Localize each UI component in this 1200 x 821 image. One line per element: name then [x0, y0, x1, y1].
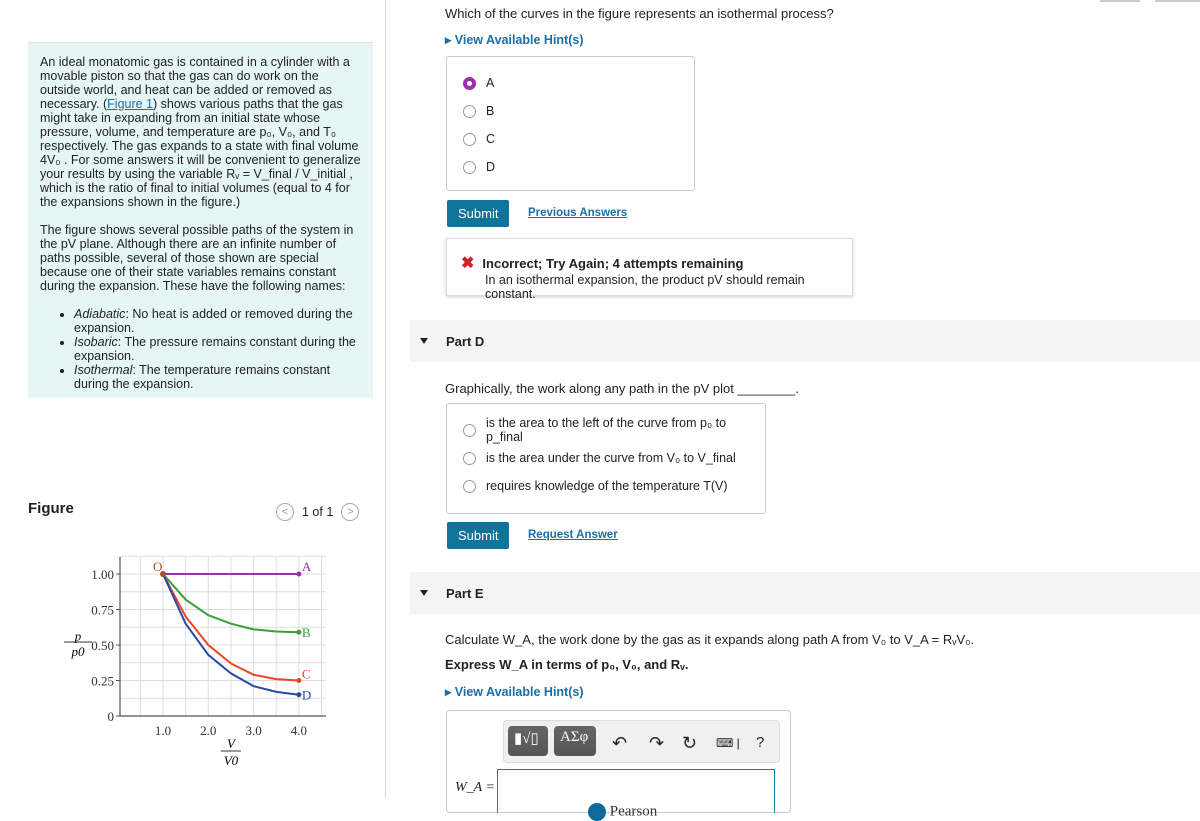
pv-chart: 0 0.25 0.50 0.75 1.00 1.0 2.0 3.0 4.0 pp0 V V0 A B CD O — [64, 555, 327, 768]
partE-hint-toggle[interactable]: ▸ View Available Hint(s) — [445, 684, 584, 699]
x-tick-label: 2.0 — [200, 723, 216, 738]
partD-choices: is the area to the left of the curve fro… — [446, 403, 766, 514]
choice-area-under[interactable]: is the area under the curve from V₀ to V… — [447, 444, 765, 472]
series-label-B: B — [302, 625, 311, 640]
help-button[interactable]: ? — [756, 734, 764, 751]
figure-pager: < 1 of 1 > — [276, 503, 360, 521]
keyboard-icon[interactable]: ⌨ | — [716, 736, 740, 750]
series-label-C: C — [302, 667, 311, 682]
intro-text-2: ) shows various paths that the gas might… — [40, 97, 361, 209]
math-toolbar: ▮√▯ ΑΣφ ↶ ↷ ↻ ⌨ | ? — [503, 720, 780, 763]
choice-B[interactable]: B — [447, 97, 694, 125]
series-label-A: A — [302, 559, 312, 574]
series-endpoint-B — [296, 629, 302, 635]
partD-header[interactable]: Part D — [410, 320, 1200, 362]
x-tick-label: 4.0 — [291, 723, 307, 738]
partC-choices: A B C D — [446, 56, 695, 191]
reset-icon[interactable]: ↻ — [682, 733, 697, 754]
greek-button[interactable]: ΑΣφ — [554, 726, 596, 756]
top-line-2 — [1155, 0, 1200, 2]
partD-question: Graphically, the work along any path in … — [445, 381, 799, 396]
prev-figure-button[interactable]: < — [276, 503, 294, 521]
previous-answers-link[interactable]: Previous Answers — [528, 207, 627, 219]
y-tick-label: 0 — [108, 709, 115, 724]
partE-question: Calculate W_A, the work done by the gas … — [445, 632, 975, 647]
series-endpoint-C — [296, 678, 302, 683]
choice-A[interactable]: A — [447, 69, 694, 97]
radio[interactable] — [463, 132, 476, 146]
radio-selected[interactable] — [463, 76, 476, 90]
template-button[interactable]: ▮√▯ — [508, 726, 548, 756]
undo-icon[interactable]: ↶ — [612, 733, 627, 754]
x-label-den: V0 — [224, 753, 239, 768]
series-endpoint-D — [296, 692, 302, 698]
y-tick-label: 0.25 — [91, 674, 114, 689]
y-label-den: p0 — [71, 644, 86, 659]
x-icon: ✖ — [461, 255, 475, 272]
pearson-logo: Pearson — [588, 803, 657, 821]
intro-paragraph-2: The figure shows several possible paths … — [40, 223, 354, 293]
next-figure-button[interactable]: > — [341, 503, 360, 521]
column-divider — [385, 0, 386, 798]
list-item: Isobaric: The pressure remains constant … — [74, 335, 361, 363]
list-item: Isothermal: The temperature remains cons… — [74, 363, 361, 391]
radio[interactable] — [463, 104, 476, 118]
top-line-1 — [1100, 0, 1140, 2]
partC-submit-button[interactable]: Submit — [447, 200, 510, 227]
origin-label: O — [153, 559, 162, 574]
partC-hint-toggle[interactable]: ▸ View Available Hint(s) — [445, 32, 584, 47]
figure-link[interactable]: Figure 1 — [107, 97, 153, 111]
series-label-D: D — [302, 688, 311, 703]
choice-area-left[interactable]: is the area to the left of the curve fro… — [447, 416, 765, 444]
x-tick-label: 1.0 — [155, 723, 171, 738]
x-label-num: V — [227, 736, 237, 751]
choice-temperature[interactable]: requires knowledge of the temperature T(… — [447, 472, 765, 500]
y-tick-label: 0.50 — [91, 638, 114, 653]
feedback-text: In an isothermal expansion, the product … — [485, 273, 805, 301]
redo-icon[interactable]: ↷ — [649, 733, 664, 754]
feedback-box: ✖ Incorrect; Try Again; 4 attempts remain… — [446, 238, 853, 301]
process-list: Adiabatic: No heat is added or removed d… — [40, 307, 361, 391]
y-tick-label: 0.75 — [91, 603, 114, 618]
radio[interactable] — [463, 160, 476, 174]
choice-D[interactable]: D — [447, 153, 694, 181]
answer-label: W_A = — [455, 780, 495, 795]
collapse-icon — [420, 338, 428, 344]
y-label-num: p — [74, 629, 82, 644]
partD-submit-button[interactable]: Submit — [447, 522, 510, 549]
y-tick-label: 1.00 — [91, 567, 114, 582]
partE-express: Express W_A in terms of p₀, V₀, and Rᵥ. — [445, 657, 689, 672]
x-tick-label: 3.0 — [245, 723, 261, 738]
choice-C[interactable]: C — [447, 125, 694, 153]
figure-title: Figure — [28, 500, 74, 517]
pager-text: 1 of 1 — [302, 505, 334, 519]
partC-question: Which of the curves in the figure repres… — [445, 6, 834, 21]
request-answer-link[interactable]: Request Answer — [528, 529, 618, 541]
list-item: Adiabatic: No heat is added or removed d… — [74, 307, 361, 335]
problem-intro: An ideal monatomic gas is contained in a… — [28, 42, 373, 398]
series-endpoint-A — [296, 571, 302, 577]
collapse-icon — [420, 590, 428, 596]
partE-header[interactable]: Part E — [410, 572, 1200, 614]
